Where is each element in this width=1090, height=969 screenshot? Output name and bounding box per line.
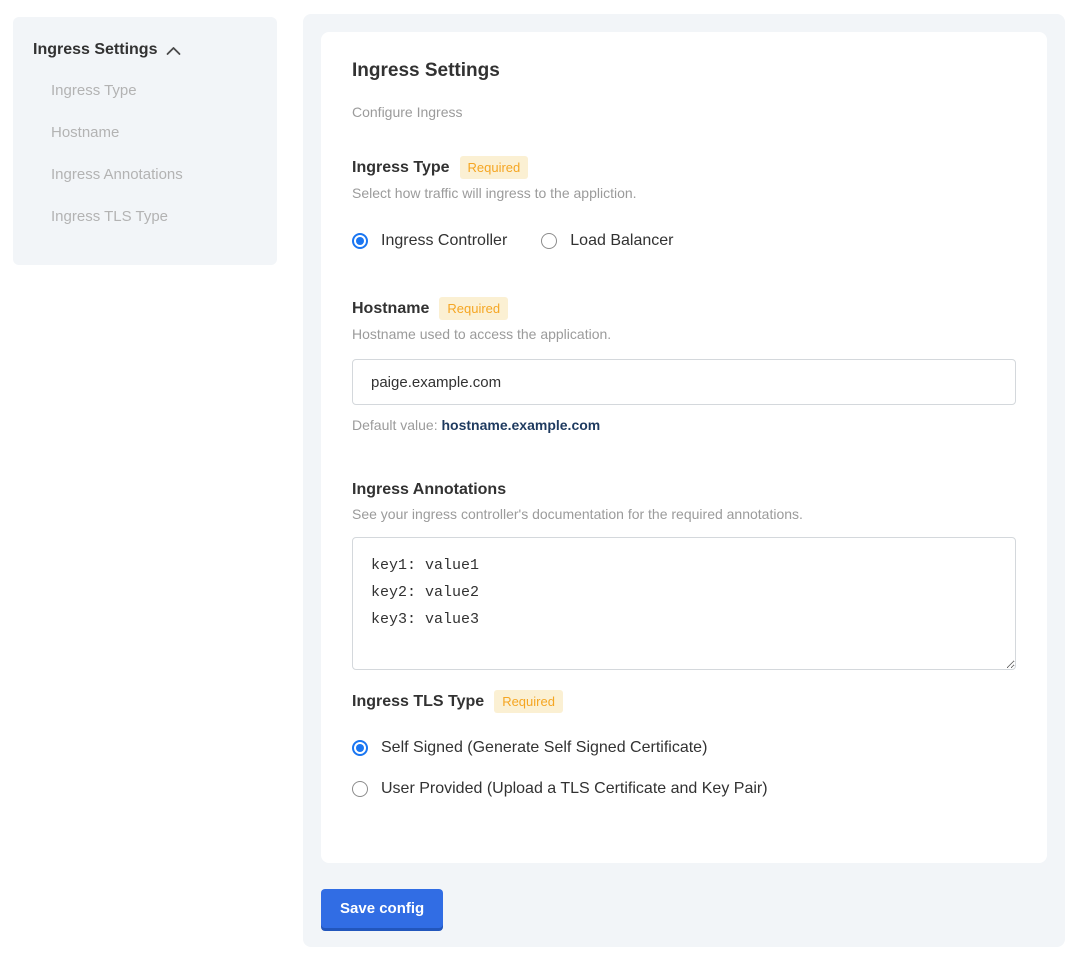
page-title: Ingress Settings <box>352 60 1016 82</box>
radio-option-ingress-controller[interactable]: Ingress Controller <box>352 232 507 250</box>
sidebar-group-label: Ingress Settings <box>33 41 157 59</box>
radio-option-self-signed[interactable]: Self Signed (Generate Self Signed Certif… <box>352 739 1016 757</box>
ingress-settings-card: Ingress Settings Configure Ingress Ingre… <box>321 32 1047 863</box>
radio-label-self-signed: Self Signed (Generate Self Signed Certif… <box>381 739 707 757</box>
radio-label-ingress-controller: Ingress Controller <box>381 232 507 250</box>
hostname-default-line: Default value: hostname.example.com <box>352 417 1016 434</box>
radio-option-user-provided[interactable]: User Provided (Upload a TLS Certificate … <box>352 780 1016 798</box>
hostname-help: Hostname used to access the application. <box>352 326 1016 343</box>
radio-icon-self-signed[interactable] <box>352 740 368 756</box>
sidebar-item-ingress-tls-type[interactable]: Ingress TLS Type <box>51 208 257 226</box>
radio-label-user-provided: User Provided (Upload a TLS Certificate … <box>381 780 768 798</box>
ingress-annotations-help: See your ingress controller's documentat… <box>352 506 1016 523</box>
radio-option-load-balancer[interactable]: Load Balancer <box>541 232 673 250</box>
page-subtitle: Configure Ingress <box>352 104 1016 120</box>
sidebar-group-ingress-settings[interactable]: Ingress Settings <box>33 41 257 59</box>
sidebar-item-list: Ingress Type Hostname Ingress Annotation… <box>33 82 257 226</box>
config-panel: Ingress Settings Configure Ingress Ingre… <box>303 14 1065 947</box>
required-badge: Required <box>494 690 563 713</box>
hostname-label: Hostname <box>352 299 429 319</box>
required-badge: Required <box>460 156 529 179</box>
radio-icon-ingress-controller[interactable] <box>352 233 368 249</box>
ingress-type-label: Ingress Type <box>352 158 450 178</box>
hostname-input[interactable] <box>352 359 1016 405</box>
ingress-annotations-label: Ingress Annotations <box>352 480 506 500</box>
field-ingress-annotations: Ingress Annotations See your ingress con… <box>352 480 1016 670</box>
required-badge: Required <box>439 297 508 320</box>
radio-icon-user-provided[interactable] <box>352 781 368 797</box>
field-ingress-type: Ingress Type Required Select how traffic… <box>352 156 1016 250</box>
ingress-type-radio-group: Ingress Controller Load Balancer <box>352 232 1016 250</box>
sidebar-item-ingress-type[interactable]: Ingress Type <box>51 82 257 100</box>
radio-icon-load-balancer[interactable] <box>541 233 557 249</box>
ingress-annotations-textarea[interactable]: key1: value1 key2: value2 key3: value3 <box>352 537 1016 670</box>
sidebar-item-hostname[interactable]: Hostname <box>51 124 257 142</box>
save-config-button[interactable]: Save config <box>321 889 443 928</box>
ingress-tls-radio-group: Self Signed (Generate Self Signed Certif… <box>352 739 1016 798</box>
hostname-default-value: hostname.example.com <box>442 417 601 433</box>
radio-label-load-balancer: Load Balancer <box>570 232 673 250</box>
chevron-up-icon <box>166 46 181 56</box>
ingress-tls-type-label: Ingress TLS Type <box>352 692 484 712</box>
field-ingress-tls-type: Ingress TLS Type Required Self Signed (G… <box>352 690 1016 798</box>
hostname-default-label: Default value: <box>352 417 438 433</box>
field-hostname: Hostname Required Hostname used to acces… <box>352 297 1016 434</box>
ingress-type-help: Select how traffic will ingress to the a… <box>352 185 1016 202</box>
sidebar-item-ingress-annotations[interactable]: Ingress Annotations <box>51 166 257 184</box>
settings-sidebar: Ingress Settings Ingress Type Hostname I… <box>13 17 277 265</box>
